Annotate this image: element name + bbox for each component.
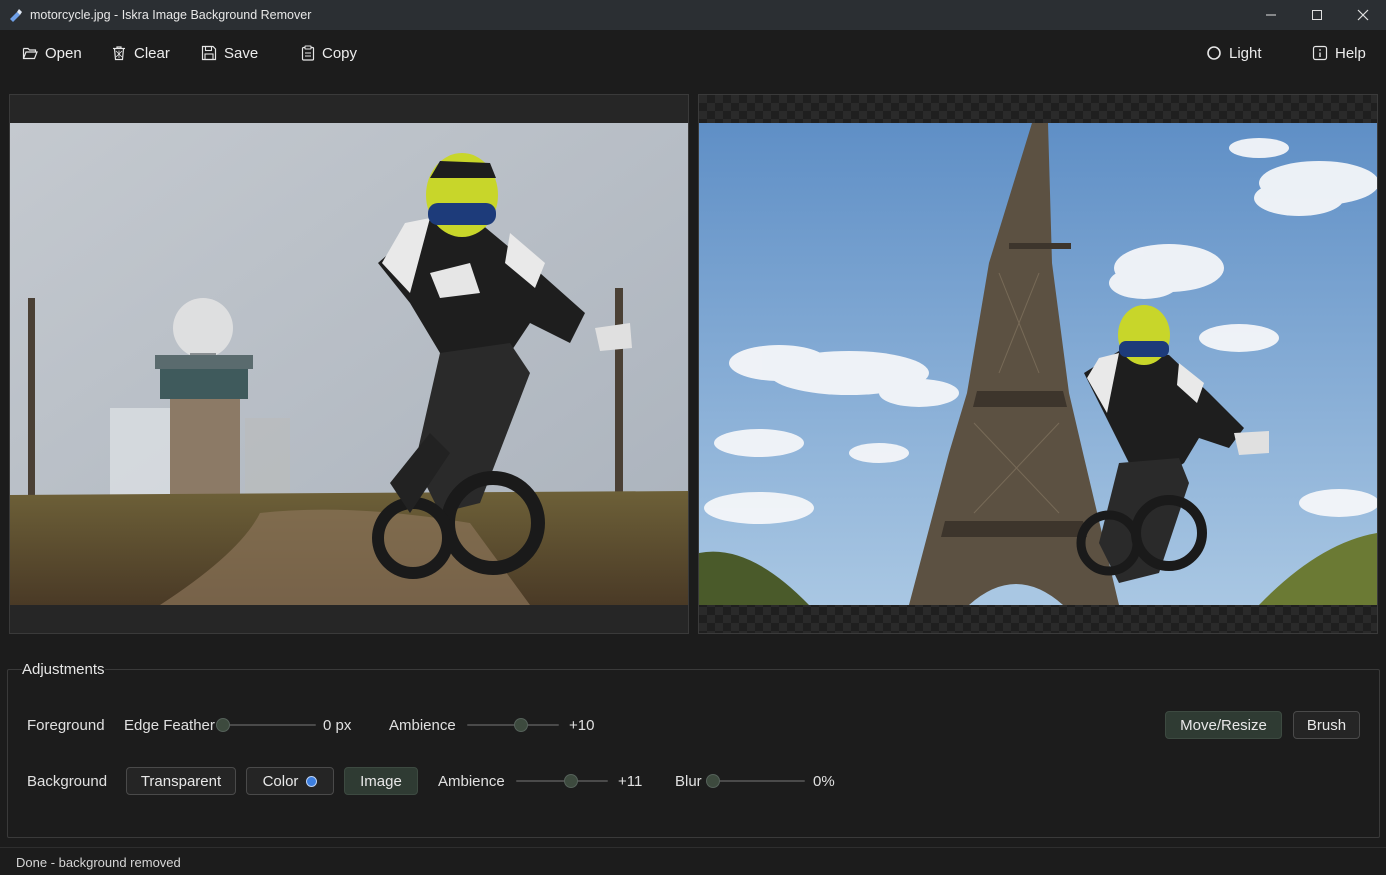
- background-ambience-label: Ambience: [438, 773, 505, 790]
- folder-open-icon: [22, 47, 38, 60]
- foreground-ambience-slider[interactable]: [467, 718, 559, 732]
- open-button[interactable]: Open: [22, 40, 82, 66]
- save-button[interactable]: Save: [201, 40, 258, 66]
- info-icon: [1312, 45, 1328, 61]
- image-button[interactable]: Image: [344, 767, 418, 795]
- title-bar: motorcycle.jpg - Iskra Image Background …: [0, 0, 1386, 30]
- background-label: Background: [27, 773, 108, 790]
- copy-label: Copy: [322, 44, 358, 62]
- foreground-ambience-thumb[interactable]: [513, 718, 528, 732]
- edge-feather-thumb[interactable]: [216, 718, 230, 732]
- status-bar: Done - background removed: [0, 847, 1386, 875]
- clipboard-icon: [301, 45, 315, 61]
- adjustments-title: Adjustments: [22, 661, 105, 678]
- close-button[interactable]: [1340, 0, 1386, 30]
- minimize-button[interactable]: [1248, 0, 1294, 30]
- app-icon: [8, 7, 24, 23]
- transparent-label: Transparent: [140, 772, 222, 790]
- result-photo: [699, 123, 1377, 605]
- blur-label: Blur: [675, 773, 702, 790]
- status-text: Done - background removed: [16, 855, 181, 870]
- blur-value: 0%: [813, 773, 835, 790]
- theme-toggle-button[interactable]: Light: [1206, 40, 1262, 66]
- original-photo: [10, 123, 688, 605]
- minimize-icon: [1266, 14, 1276, 16]
- background-ambience-thumb[interactable]: [563, 774, 578, 788]
- foreground-ambience-label: Ambience: [389, 717, 456, 734]
- brush-label: Brush: [1306, 716, 1347, 734]
- clear-label: Clear: [134, 44, 170, 62]
- open-label: Open: [45, 44, 82, 62]
- original-image-panel[interactable]: [9, 94, 689, 634]
- maximize-icon: [1312, 10, 1322, 20]
- save-icon: [201, 45, 217, 61]
- brush-button[interactable]: Brush: [1293, 711, 1360, 739]
- save-label: Save: [224, 44, 259, 62]
- maximize-button[interactable]: [1294, 0, 1340, 30]
- move-resize-button[interactable]: Move/Resize: [1165, 711, 1282, 739]
- color-swatch: [306, 775, 318, 787]
- blur-slider[interactable]: [706, 774, 805, 788]
- theme-label: Light: [1229, 44, 1262, 62]
- help-button[interactable]: Help: [1312, 40, 1366, 66]
- foreground-ambience-value: +10: [569, 717, 595, 734]
- blur-thumb[interactable]: [706, 774, 720, 788]
- color-label: Color: [262, 772, 299, 790]
- background-ambience-slider[interactable]: [516, 774, 608, 788]
- window-title: motorcycle.jpg - Iskra Image Background …: [30, 8, 312, 22]
- move-resize-label: Move/Resize: [1180, 716, 1267, 734]
- close-icon: [1357, 9, 1369, 21]
- toolbar: Open Clear Save Copy Light Help: [0, 30, 1386, 76]
- image-label: Image: [360, 772, 402, 790]
- background-ambience-value: +11: [618, 773, 643, 790]
- adjustments-group: Adjustments: [7, 661, 1380, 838]
- foreground-label: Foreground: [27, 717, 105, 734]
- color-button[interactable]: Color: [246, 767, 334, 795]
- trash-icon: [113, 46, 125, 61]
- circle-theme-icon: [1207, 46, 1221, 60]
- clear-button[interactable]: Clear: [111, 40, 170, 66]
- edge-feather-label: Edge Feather: [124, 717, 215, 734]
- copy-button[interactable]: Copy: [301, 40, 357, 66]
- edge-feather-value: 0 px: [323, 717, 352, 734]
- result-image-panel[interactable]: [698, 94, 1378, 634]
- help-label: Help: [1335, 44, 1366, 62]
- edge-feather-slider[interactable]: [216, 718, 316, 732]
- transparent-button[interactable]: Transparent: [126, 767, 236, 795]
